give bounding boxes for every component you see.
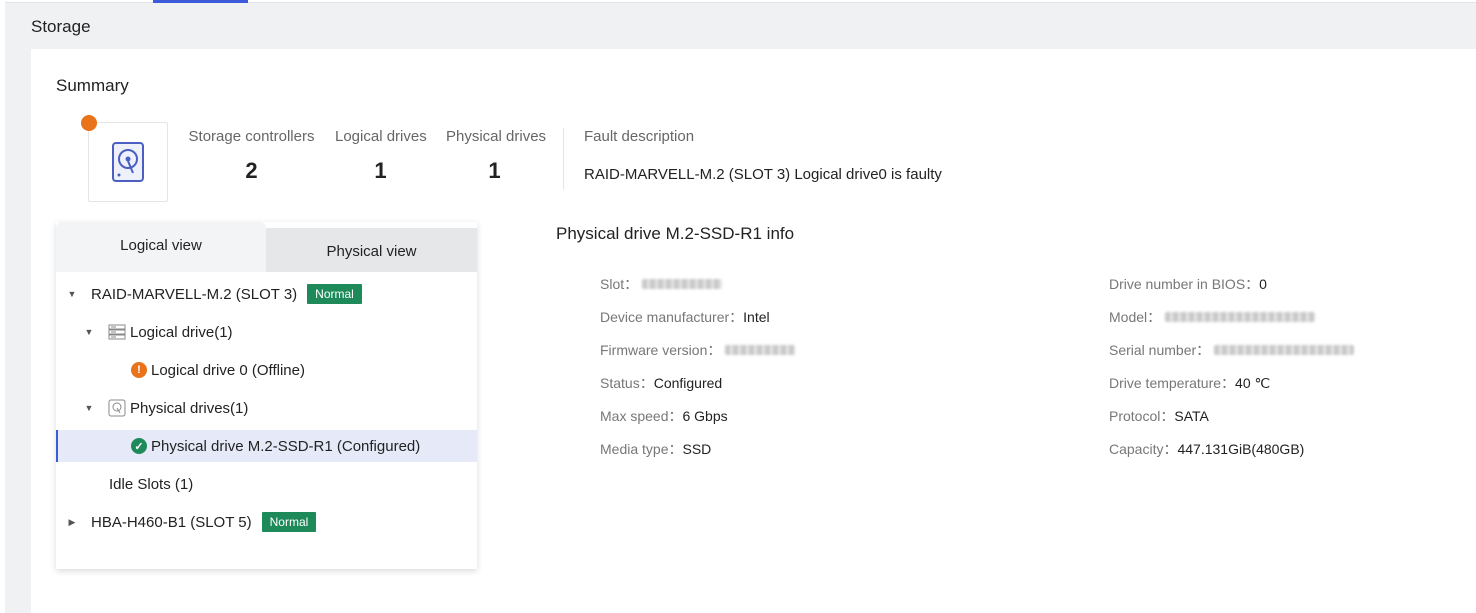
summary-title: Summary bbox=[56, 76, 129, 95]
tree-item-controller-raid-marvell[interactable]: ▼ RAID-MARVELL-M.2 (SLOT 3) Normal bbox=[56, 278, 477, 310]
info-value: Configured bbox=[653, 375, 723, 391]
caret-right-icon[interactable]: ▶ bbox=[66, 517, 78, 528]
stat-logical-drives: Logical drives 1 bbox=[335, 128, 427, 184]
info-protocol: Protocol： SATA bbox=[1109, 406, 1209, 426]
stat-divider bbox=[563, 128, 564, 190]
caret-down-icon[interactable]: ▼ bbox=[83, 403, 95, 413]
tree-item-label: RAID-MARVELL-M.2 (SLOT 3) bbox=[91, 285, 298, 303]
stat-label: Logical drives bbox=[335, 128, 427, 145]
tree-item-idle-slots[interactable]: Idle Slots (1) bbox=[56, 468, 477, 500]
active-tab-indicator bbox=[153, 0, 248, 3]
tree-item-label: Physical drives(1) bbox=[130, 399, 249, 417]
fault-description-label: Fault description bbox=[584, 128, 695, 145]
tree-item-label: HBA-H460-B1 (SLOT 5) bbox=[91, 513, 252, 531]
page-title: Storage bbox=[31, 17, 91, 36]
warning-icon: ! bbox=[131, 362, 147, 378]
physical-drive-icon bbox=[108, 399, 126, 417]
info-firmware-version: Firmware version： bbox=[600, 340, 796, 360]
caret-down-icon[interactable]: ▼ bbox=[83, 327, 95, 337]
tree-item-physical-drive-m2-ssd-r1[interactable]: ✓ Physical drive M.2-SSD-R1 (Configured) bbox=[56, 430, 477, 462]
logical-drive-icon bbox=[108, 324, 126, 340]
info-value: 447.131GiB(480GB) bbox=[1177, 441, 1305, 457]
redacted-value bbox=[1165, 312, 1316, 322]
info-value: SSD bbox=[682, 441, 712, 457]
tree-item-label: Logical drive 0 (Offline) bbox=[151, 361, 305, 379]
caret-down-icon[interactable]: ▼ bbox=[66, 289, 78, 299]
redacted-value bbox=[642, 279, 723, 289]
info-max-speed: Max speed： 6 Gbps bbox=[600, 406, 728, 426]
info-value: Intel bbox=[743, 309, 770, 325]
tree-item-label: Physical drive M.2-SSD-R1 (Configured) bbox=[151, 437, 421, 455]
stat-physical-drives: Physical drives 1 bbox=[446, 128, 547, 184]
redacted-value bbox=[1214, 345, 1355, 355]
info-key: Capacity： bbox=[1109, 441, 1178, 457]
tree-item-logical-drive-group[interactable]: ▼ Logical drive(1) bbox=[56, 316, 477, 348]
status-badge: Normal bbox=[307, 284, 362, 304]
info-key: Slot： bbox=[600, 276, 639, 292]
info-key: Model： bbox=[1109, 309, 1162, 325]
info-status: Status： Configured bbox=[600, 373, 722, 393]
stat-value: 2 bbox=[245, 158, 258, 183]
info-key: Firmware version： bbox=[600, 342, 722, 358]
stat-value: 1 bbox=[374, 158, 387, 183]
stat-value: 1 bbox=[488, 158, 501, 183]
info-value: 0 bbox=[1259, 276, 1267, 292]
info-value: SATA bbox=[1174, 408, 1209, 424]
info-device-manufacturer: Device manufacturer： Intel bbox=[600, 307, 770, 327]
info-model: Model： bbox=[1109, 307, 1316, 327]
storage-summary-card bbox=[88, 122, 168, 202]
info-key: Drive number in BIOS： bbox=[1109, 276, 1260, 292]
hard-drive-icon bbox=[112, 142, 144, 182]
info-serial-number: Serial number： bbox=[1109, 340, 1355, 360]
stat-storage-controllers: Storage controllers 2 bbox=[188, 128, 315, 184]
info-key: Device manufacturer： bbox=[600, 309, 744, 325]
tree-item-label: Logical drive(1) bbox=[130, 323, 233, 341]
info-media-type: Media type： SSD bbox=[600, 439, 711, 459]
info-value: 40 ℃ bbox=[1235, 374, 1271, 391]
info-drive-temperature: Drive temperature： 40 ℃ bbox=[1109, 373, 1270, 393]
info-key: Max speed： bbox=[600, 408, 683, 424]
tree-item-logical-drive-0[interactable]: ! Logical drive 0 (Offline) bbox=[56, 354, 477, 386]
view-tabs: Logical view Physical view bbox=[56, 222, 477, 272]
info-capacity: Capacity： 447.131GiB(480GB) bbox=[1109, 439, 1304, 459]
info-key: Protocol： bbox=[1109, 408, 1175, 424]
check-circle-icon: ✓ bbox=[131, 438, 147, 454]
info-drive-number-bios: Drive number in BIOS： 0 bbox=[1109, 274, 1267, 294]
status-badge: Normal bbox=[261, 512, 317, 532]
tab-physical-view[interactable]: Physical view bbox=[266, 228, 477, 272]
stat-label: Physical drives bbox=[446, 128, 547, 145]
redacted-value bbox=[725, 345, 796, 355]
tab-logical-view[interactable]: Logical view bbox=[56, 222, 266, 272]
tree-item-controller-hba-h460[interactable]: ▶ HBA-H460-B1 (SLOT 5) Normal bbox=[56, 506, 477, 538]
tree-item-physical-drives-group[interactable]: ▼ Physical drives(1) bbox=[56, 392, 477, 424]
fault-description-text: RAID-MARVELL-M.2 (SLOT 3) Logical drive0… bbox=[584, 166, 942, 183]
info-key: Serial number： bbox=[1109, 342, 1211, 358]
info-value: 6 Gbps bbox=[682, 408, 728, 424]
drive-info-title: Physical drive M.2-SSD-R1 info bbox=[556, 224, 795, 243]
tree-item-label: Idle Slots (1) bbox=[109, 475, 194, 493]
alert-dot bbox=[81, 115, 97, 131]
stat-label: Storage controllers bbox=[188, 128, 315, 145]
info-key: Status： bbox=[600, 375, 654, 391]
info-key: Drive temperature： bbox=[1109, 375, 1236, 391]
info-key: Media type： bbox=[600, 441, 683, 457]
info-slot: Slot： bbox=[600, 274, 723, 294]
